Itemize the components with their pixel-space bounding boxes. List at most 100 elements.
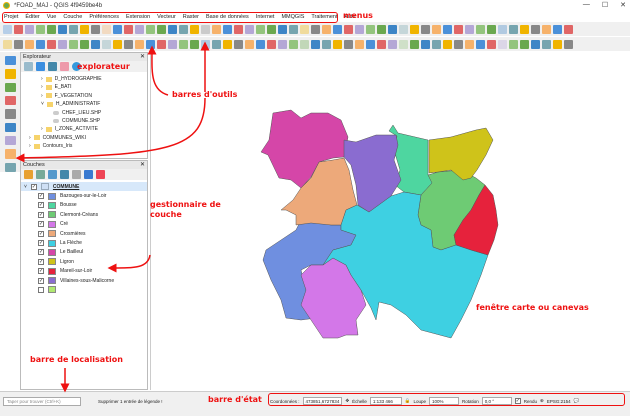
help-icon[interactable] [509, 24, 518, 34]
remove-layer-icon[interactable] [96, 170, 105, 179]
layer-class-item[interactable]: ✓ Crosmières [21, 229, 147, 238]
eye-icon[interactable] [48, 170, 57, 179]
cut-icon[interactable] [179, 39, 188, 49]
help-icon[interactable] [113, 39, 122, 49]
open-icon[interactable] [14, 24, 23, 34]
digitize-icon[interactable] [223, 24, 232, 34]
chevron-right-icon[interactable]: › [29, 142, 31, 150]
style-icon[interactable] [24, 170, 33, 179]
digitize-icon[interactable] [465, 39, 474, 49]
new-project-icon[interactable] [564, 39, 573, 49]
stats-icon[interactable] [157, 24, 166, 34]
save-icon[interactable] [267, 39, 276, 49]
python-icon[interactable] [201, 24, 210, 34]
explorer-item[interactable]: COMMUNE.SHP [21, 117, 147, 125]
zoom-layer-icon[interactable] [421, 24, 430, 34]
add-wcs-icon[interactable] [4, 149, 16, 159]
chevron-down-icon[interactable]: ˅ [41, 100, 44, 108]
zoom-in-icon[interactable] [69, 24, 78, 34]
layer-class-item[interactable] [21, 285, 147, 294]
style-icon[interactable] [311, 24, 320, 34]
print-icon[interactable] [366, 24, 375, 34]
save-as-icon[interactable] [278, 39, 287, 49]
cut-icon[interactable] [256, 24, 265, 34]
explorer-item[interactable]: › F_VEGETATION [21, 92, 147, 100]
zoom-out-icon[interactable] [399, 24, 408, 34]
annotation-icon[interactable] [212, 24, 221, 34]
minimize-button[interactable]: — [583, 1, 590, 9]
chevron-down-icon[interactable]: ˅ [24, 184, 27, 190]
copy-icon[interactable] [267, 24, 276, 34]
identify-icon[interactable] [366, 39, 375, 49]
chevron-right-icon[interactable]: › [41, 83, 43, 91]
zoom-full-icon[interactable] [14, 39, 23, 49]
new-project-icon[interactable] [3, 24, 12, 34]
add-raster-layer-icon[interactable] [4, 69, 16, 79]
plugin-icon[interactable] [102, 39, 111, 49]
python-icon[interactable] [520, 24, 529, 34]
layer-checkbox[interactable]: ✓ [30, 183, 37, 190]
add-postgis-icon[interactable] [4, 162, 16, 172]
layer-class-item[interactable]: ✓ La Flèche [21, 238, 147, 247]
undo-icon[interactable] [289, 24, 298, 34]
refresh-icon[interactable] [36, 62, 45, 71]
print-icon[interactable] [47, 24, 56, 34]
class-checkbox[interactable] [38, 286, 44, 293]
undo-icon[interactable] [531, 39, 540, 49]
chevron-right-icon[interactable]: › [41, 92, 43, 100]
zoom-in-icon[interactable] [311, 39, 320, 49]
add-wms-icon[interactable] [4, 122, 16, 132]
explorer-item[interactable]: › E_BATI [21, 83, 147, 91]
class-checkbox[interactable]: ✓ [38, 193, 44, 200]
select-icon[interactable] [377, 39, 386, 49]
pan-icon[interactable] [377, 24, 386, 34]
add-group-icon[interactable] [36, 170, 45, 179]
cut-icon[interactable] [498, 39, 507, 49]
zoom-in-icon[interactable] [388, 24, 397, 34]
layer-class-item[interactable]: ✓ Clermont-Créans [21, 210, 147, 219]
label-icon[interactable] [487, 24, 496, 34]
layer-class-item[interactable]: ✓ Mareil-sur-Loir [21, 267, 147, 276]
zoom-layer-icon[interactable] [344, 39, 353, 49]
measure-icon[interactable] [146, 24, 155, 34]
new-project-icon[interactable] [322, 24, 331, 34]
stats-icon[interactable] [80, 39, 89, 49]
layer-class-item[interactable]: ✓ Villaines-sous-Malicorne [21, 276, 147, 285]
locator-search-input[interactable]: Taper pour trouver (Ctrl+K) [3, 397, 81, 406]
chevron-right-icon[interactable]: › [29, 134, 31, 142]
layer-class-item[interactable]: ✓ Bazouges-sur-le-Loir [21, 191, 147, 200]
close-icon[interactable]: ✕ [140, 53, 145, 61]
explorer-item[interactable]: CHEF_LIEU.SHP [21, 109, 147, 117]
print-icon[interactable] [289, 39, 298, 49]
zoom-out-icon[interactable] [80, 24, 89, 34]
plugin-icon[interactable] [179, 24, 188, 34]
class-checkbox[interactable]: ✓ [38, 240, 44, 247]
open-icon[interactable] [256, 39, 265, 49]
annotation-icon[interactable] [135, 39, 144, 49]
digitize-icon[interactable] [542, 24, 551, 34]
map-svg[interactable] [151, 52, 630, 390]
class-checkbox[interactable]: ✓ [38, 258, 44, 265]
paste-icon[interactable] [520, 39, 529, 49]
close-button[interactable]: ✕ [620, 1, 626, 9]
pan-icon[interactable] [300, 39, 309, 49]
save-icon[interactable] [344, 24, 353, 34]
explorer-item[interactable]: › COMMUNES_WIKI [21, 134, 147, 142]
zoom-full-icon[interactable] [410, 24, 419, 34]
maximize-button[interactable]: ☐ [602, 1, 608, 9]
label-icon[interactable] [168, 24, 177, 34]
zoom-full-icon[interactable] [91, 24, 100, 34]
label-icon[interactable] [91, 39, 100, 49]
copy-icon[interactable] [190, 39, 199, 49]
class-checkbox[interactable]: ✓ [38, 277, 44, 284]
delete-icon[interactable] [487, 39, 496, 49]
explorer-item[interactable]: ˅ H_ADMINISTRATIF [21, 100, 147, 108]
layer-class-item[interactable]: ✓ Bousse [21, 201, 147, 210]
layer-class-item[interactable]: ✓ Cré [21, 220, 147, 229]
delete-icon[interactable] [564, 24, 573, 34]
help-icon[interactable] [190, 24, 199, 34]
zoom-layer-icon[interactable] [102, 24, 111, 34]
help-icon[interactable] [432, 39, 441, 49]
python-icon[interactable] [124, 39, 133, 49]
zoom-full-icon[interactable] [333, 39, 342, 49]
